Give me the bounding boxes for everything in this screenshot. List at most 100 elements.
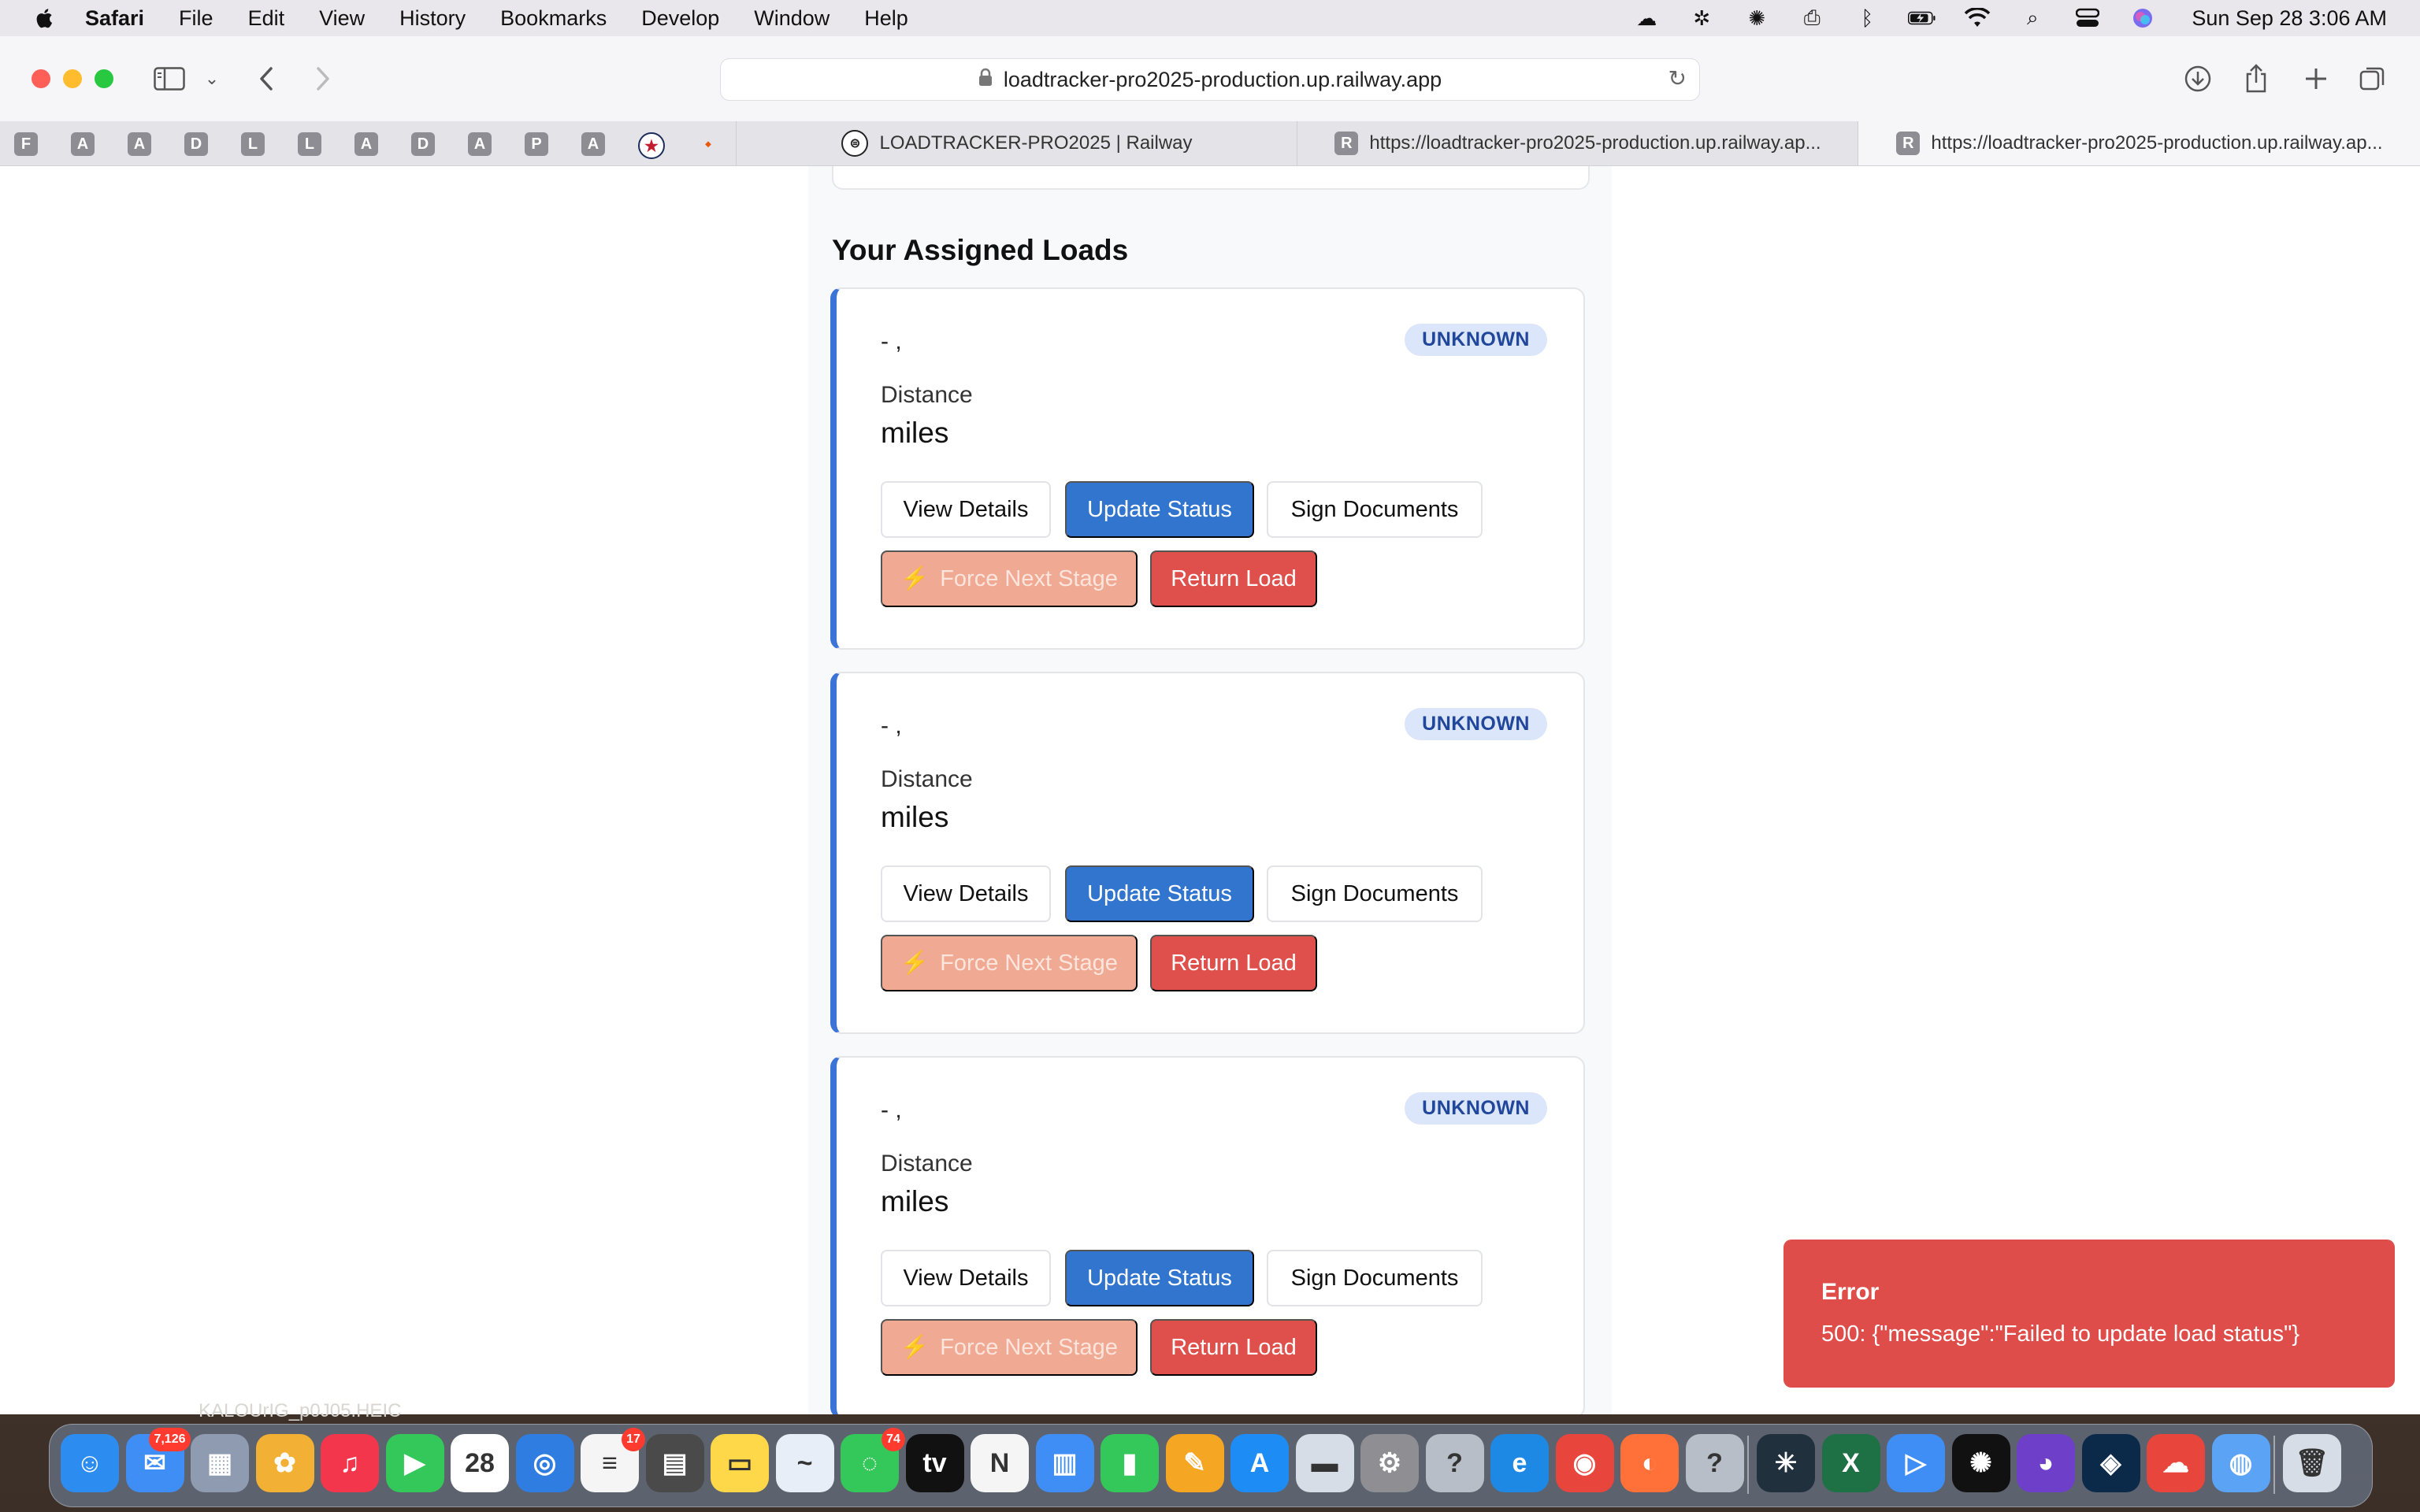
menu-develop[interactable]: Develop bbox=[641, 6, 719, 31]
window-close-button[interactable] bbox=[32, 69, 50, 88]
dock-app-apple-tv-icon[interactable]: tv bbox=[905, 1434, 964, 1492]
dock-app-github-desktop-icon[interactable]: ◕ bbox=[2017, 1434, 2075, 1492]
orange-logo-icon[interactable]: ⬩ bbox=[696, 132, 720, 156]
update-status-button[interactable]: Update Status bbox=[1065, 481, 1254, 538]
wifi-icon[interactable] bbox=[1963, 6, 1991, 30]
dock-app-calculator-icon[interactable]: ▤ bbox=[645, 1434, 704, 1492]
dock-app-edge-icon[interactable]: e bbox=[1490, 1434, 1549, 1492]
chevron-down-icon[interactable]: ⌄ bbox=[200, 58, 224, 99]
dock-app-excel-icon[interactable]: X bbox=[1821, 1434, 1880, 1492]
dock-app-unknown-app-icon[interactable]: ? bbox=[1425, 1434, 1484, 1492]
dock-app-facetime-icon[interactable]: ▶ bbox=[385, 1434, 444, 1492]
bookmark-favicon[interactable]: A bbox=[128, 132, 151, 156]
dock-app-photos-icon[interactable]: ✿ bbox=[255, 1434, 314, 1492]
battery-charging-icon[interactable] bbox=[1908, 6, 1936, 30]
sidebar-toggle-icon[interactable] bbox=[150, 58, 189, 99]
bookmark-favicon[interactable]: F bbox=[14, 132, 38, 156]
bluetooth-icon[interactable]: ᛒ bbox=[1853, 6, 1881, 30]
dock-app-reminders-icon[interactable]: ≡ 17 bbox=[581, 1428, 645, 1492]
dock-app-freeform-icon[interactable]: ~ bbox=[775, 1434, 834, 1492]
dock-app-unknown-app-2-icon[interactable]: ? bbox=[1685, 1434, 1744, 1492]
bookmark-favicon[interactable]: D bbox=[184, 132, 208, 156]
force-next-stage-button[interactable]: ⚡ Force Next Stage bbox=[881, 1319, 1138, 1376]
dock-app-pages-icon[interactable]: ✎ bbox=[1165, 1434, 1224, 1492]
dock-app-launchpad-icon[interactable]: ▦ bbox=[191, 1434, 249, 1492]
menu-bookmarks[interactable]: Bookmarks bbox=[500, 6, 607, 31]
address-bar[interactable]: loadtracker-pro2025-production.up.railwa… bbox=[720, 58, 1700, 101]
back-arrow-icon[interactable] bbox=[251, 58, 282, 99]
tab-railway[interactable]: ⊜ LOADTRACKER-PRO2025 | Railway bbox=[736, 121, 1297, 165]
menu-app-name[interactable]: Safari bbox=[85, 6, 144, 31]
dock-app-copilot-icon[interactable]: ▷ bbox=[1887, 1434, 1945, 1492]
dock-app-trash-icon[interactable]: 🗑 bbox=[2283, 1434, 2341, 1492]
dock-app-system-settings-icon[interactable]: ⚙ bbox=[1360, 1434, 1419, 1492]
view-details-button[interactable]: View Details bbox=[881, 481, 1051, 538]
dock-app-notes-icon[interactable]: ▭ bbox=[711, 1434, 769, 1492]
new-tab-plus-icon[interactable] bbox=[2299, 58, 2333, 99]
menu-history[interactable]: History bbox=[399, 6, 466, 31]
dock-app-messages-icon[interactable]: ◌ 74 bbox=[841, 1428, 905, 1492]
reload-icon[interactable]: ↻ bbox=[1668, 65, 1687, 91]
sign-documents-button[interactable]: Sign Documents bbox=[1267, 1250, 1483, 1306]
dock-app-creative-cloud-icon[interactable]: ☁ bbox=[2147, 1434, 2205, 1492]
dock-app-safari-icon[interactable]: ◎ bbox=[515, 1434, 574, 1492]
star-badge-icon[interactable]: ★ bbox=[638, 132, 665, 159]
menu-clock[interactable]: Sun Sep 28 3:06 AM bbox=[2192, 6, 2387, 31]
dock-app-camera-raw-icon[interactable]: ◈ bbox=[2081, 1434, 2140, 1492]
bookmark-favicon[interactable]: A bbox=[71, 132, 95, 156]
view-details-button[interactable]: View Details bbox=[881, 865, 1051, 922]
return-load-button[interactable]: Return Load bbox=[1150, 550, 1317, 607]
bookmark-favicon[interactable]: A bbox=[354, 132, 378, 156]
dock-app-perplexity-icon[interactable]: ✳ bbox=[1757, 1434, 1815, 1492]
menu-window[interactable]: Window bbox=[754, 6, 830, 31]
view-details-button[interactable]: View Details bbox=[881, 1250, 1051, 1306]
return-load-button[interactable]: Return Load bbox=[1150, 935, 1317, 991]
dock-app-music-icon[interactable]: ♫ bbox=[321, 1434, 379, 1492]
siri-icon[interactable] bbox=[2129, 6, 2157, 30]
sign-documents-button[interactable]: Sign Documents bbox=[1267, 865, 1483, 922]
window-maximize-button[interactable] bbox=[95, 69, 113, 88]
force-next-stage-button[interactable]: ⚡ Force Next Stage bbox=[881, 550, 1138, 607]
update-status-button[interactable]: Update Status bbox=[1065, 1250, 1254, 1306]
dock-app-mail-icon[interactable]: ✉ 7,126 bbox=[125, 1428, 191, 1492]
tab-loadtracker-1[interactable]: R https://loadtracker-pro2025-production… bbox=[1297, 121, 1858, 165]
menu-view[interactable]: View bbox=[319, 6, 365, 31]
tab-loadtracker-2[interactable]: R https://loadtracker-pro2025-production… bbox=[1858, 121, 2420, 165]
share-icon[interactable] bbox=[2239, 58, 2273, 99]
dock-app-chrome-icon[interactable]: ◉ bbox=[1555, 1434, 1614, 1492]
dock-app-chatgpt-icon[interactable]: ✺ bbox=[1951, 1434, 2010, 1492]
update-status-button[interactable]: Update Status bbox=[1065, 865, 1254, 922]
dock-app-app-store-icon[interactable]: A bbox=[1230, 1434, 1289, 1492]
menu-file[interactable]: File bbox=[179, 6, 213, 31]
dock-app-keynote-icon[interactable]: ▥ bbox=[1035, 1434, 1094, 1492]
dock-app-finder-icon[interactable]: ☺ bbox=[61, 1434, 119, 1492]
force-next-stage-button[interactable]: ⚡ Force Next Stage bbox=[881, 935, 1138, 991]
bug-icon[interactable]: ✲ bbox=[1687, 6, 1716, 30]
dock-app-drive-icon[interactable]: ▬ bbox=[1295, 1434, 1354, 1492]
window-minimize-button[interactable] bbox=[63, 69, 82, 88]
bookmark-favicon[interactable]: L bbox=[298, 132, 321, 156]
apple-menu-icon[interactable] bbox=[32, 6, 55, 31]
return-load-button[interactable]: Return Load bbox=[1150, 1319, 1317, 1376]
dock-app-calendar-icon[interactable]: 28 bbox=[451, 1434, 509, 1492]
error-toast[interactable]: Error 500: {"message":"Failed to update … bbox=[1783, 1240, 2395, 1388]
tab-overview-icon[interactable] bbox=[2355, 58, 2390, 99]
printer-alert-icon[interactable]: ⎙ bbox=[1798, 6, 1826, 30]
spotlight-search-icon[interactable]: ⌕ bbox=[2018, 6, 2047, 30]
control-center-icon[interactable] bbox=[2073, 6, 2102, 30]
bookmark-favicon[interactable]: A bbox=[468, 132, 492, 156]
bookmark-favicon[interactable]: L bbox=[241, 132, 265, 156]
dock-app-numbers-icon[interactable]: ▮ bbox=[1101, 1434, 1159, 1492]
cloud-icon[interactable]: ☁ bbox=[1632, 6, 1661, 30]
dock-app-network-utility-icon[interactable]: ◍ bbox=[2211, 1434, 2270, 1492]
chatgpt-icon[interactable]: ✺ bbox=[1743, 6, 1771, 30]
bookmark-favicon[interactable]: A bbox=[581, 132, 605, 156]
forward-arrow-icon[interactable] bbox=[307, 58, 339, 99]
downloads-icon[interactable] bbox=[2181, 58, 2215, 99]
bookmark-favicon[interactable]: P bbox=[525, 132, 548, 156]
dock-app-news-icon[interactable]: N bbox=[971, 1434, 1029, 1492]
menu-help[interactable]: Help bbox=[864, 6, 908, 31]
dock-app-firefox-icon[interactable]: ◐ bbox=[1620, 1434, 1679, 1492]
sign-documents-button[interactable]: Sign Documents bbox=[1267, 481, 1483, 538]
menu-edit[interactable]: Edit bbox=[248, 6, 285, 31]
